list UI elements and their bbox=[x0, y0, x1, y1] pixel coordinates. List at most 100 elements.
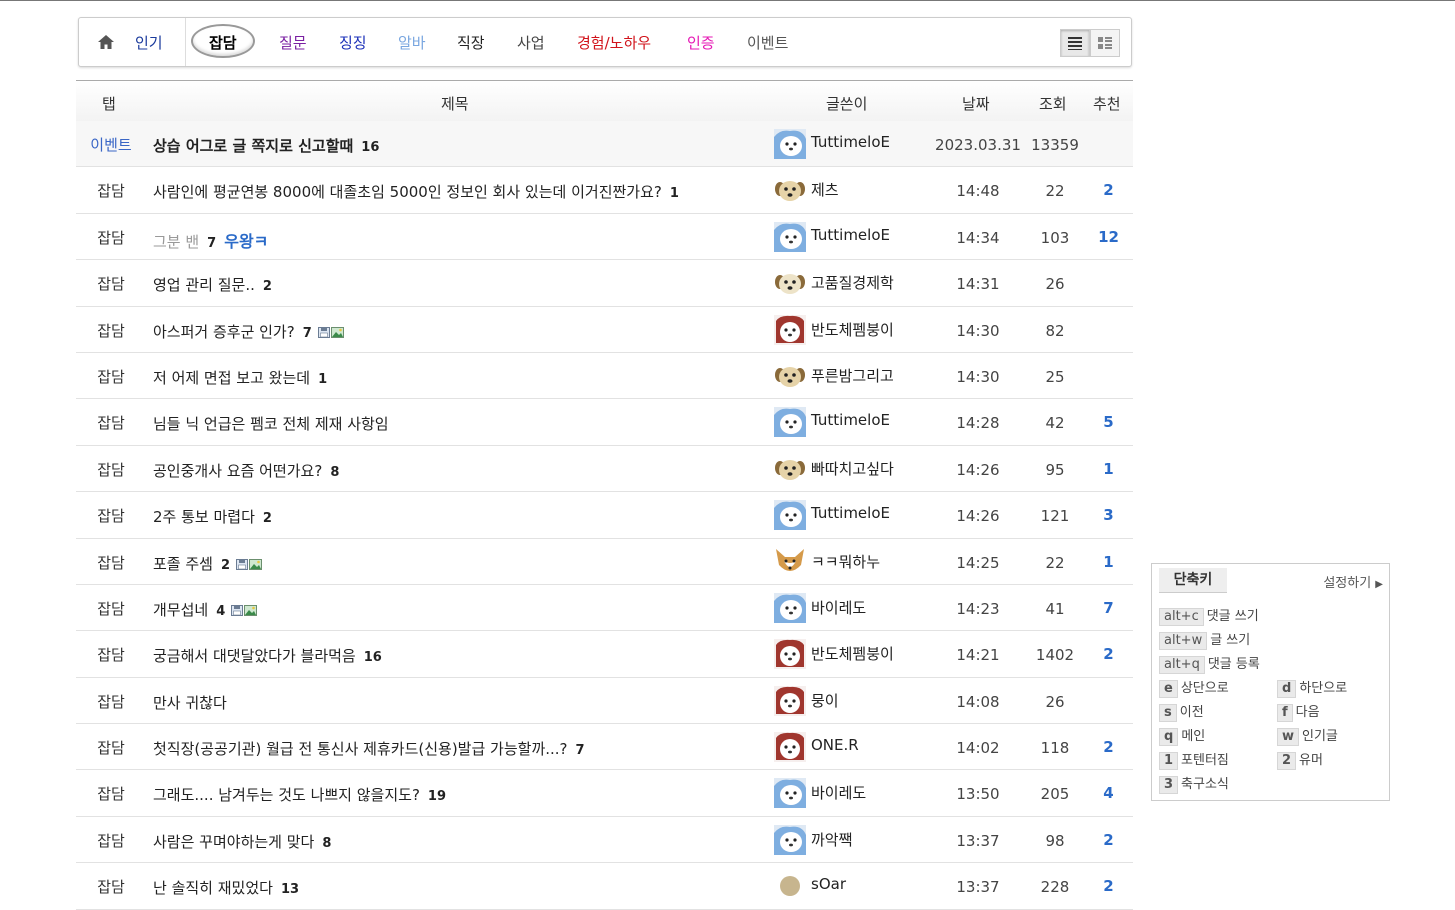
author-name[interactable]: TuttimeloE bbox=[811, 411, 890, 429]
post-title-link[interactable]: 궁금해서 대댓달았다가 블라먹음 16 bbox=[153, 645, 382, 666]
author-name[interactable]: 바이레도 bbox=[811, 597, 866, 618]
tab-4[interactable]: 직장 bbox=[457, 32, 485, 53]
author-name[interactable]: 고품질경제학 bbox=[811, 272, 894, 293]
author-name[interactable]: ㅋㅋ뭐하누 bbox=[811, 551, 880, 572]
table-row: 잡담 첫직장(공공기관) 월급 전 통신사 제휴카드(신용)발급 가능할까...?… bbox=[76, 724, 1133, 771]
author-name[interactable]: 반도체펨붕이 bbox=[811, 643, 894, 664]
tab-3[interactable]: 알바 bbox=[398, 32, 426, 53]
author-name[interactable]: 푸른밤그리고 bbox=[811, 365, 894, 386]
post-category[interactable]: 잡담 bbox=[76, 505, 146, 526]
home-icon bbox=[98, 35, 114, 49]
author-name[interactable]: 까악짹 bbox=[811, 829, 852, 850]
post-category[interactable]: 잡담 bbox=[76, 598, 146, 619]
post-date: 14:21 bbox=[956, 646, 1000, 665]
post-date: 13:50 bbox=[956, 785, 1000, 804]
tab-7[interactable]: 인증 bbox=[687, 32, 715, 53]
shortcut-key: w bbox=[1277, 728, 1300, 746]
author-name[interactable]: 빠따치고싶다 bbox=[811, 458, 894, 479]
table-header: 탭 제목 글쓴이 날짜 조회 추천 bbox=[76, 80, 1133, 122]
author-avatar bbox=[774, 685, 806, 716]
card-view-button[interactable] bbox=[1090, 29, 1120, 57]
tab-8[interactable]: 이벤트 bbox=[747, 32, 788, 53]
comment-count: 7 bbox=[207, 235, 217, 251]
post-title-link[interactable]: 사람인에 평균연봉 8000에 대졸초임 5000인 정보인 회사 있는데 이거… bbox=[153, 181, 679, 202]
post-title-link[interactable]: 만사 귀찮다 bbox=[153, 692, 227, 713]
post-category[interactable]: 잡담 bbox=[76, 366, 146, 387]
post-title-link[interactable]: 님들 닉 언급은 펨코 전체 제재 사항임 bbox=[153, 413, 389, 434]
tab-0[interactable]: 잡담 bbox=[191, 24, 255, 58]
post-category[interactable]: 잡담 bbox=[76, 691, 146, 712]
tab-popular[interactable]: 인기 bbox=[79, 18, 186, 66]
post-category[interactable]: 잡담 bbox=[76, 644, 146, 665]
shortcut-key: q bbox=[1159, 728, 1179, 746]
post-title-text: 궁금해서 대댓달았다가 블라먹음 bbox=[153, 647, 356, 666]
shortcut-desc: 인기글 bbox=[1302, 729, 1338, 744]
author-name[interactable]: TuttimeloE bbox=[811, 226, 890, 244]
author-name[interactable]: 제츠 bbox=[811, 179, 839, 200]
post-category[interactable]: 잡담 bbox=[76, 227, 146, 248]
author-name[interactable]: 반도체펨붕이 bbox=[811, 319, 894, 340]
post-category[interactable]: 이벤트 bbox=[76, 134, 146, 155]
comment-count: 4 bbox=[216, 603, 226, 619]
shortcut-key: 3 bbox=[1159, 776, 1179, 794]
post-title-link[interactable]: 포졸 주셈 2 bbox=[153, 553, 263, 574]
shortcut-panel: 단축키 설정하기 ▶ alt+c 댓글 쓰기 alt+w 글 쓰기 alt+q 댓글 등록… bbox=[1151, 563, 1390, 801]
author-avatar bbox=[774, 268, 806, 298]
author-avatar bbox=[774, 824, 806, 855]
post-title-link[interactable]: 저 어제 면접 보고 왔는데 1 bbox=[153, 367, 327, 388]
author-name[interactable]: 바이레도 bbox=[811, 782, 866, 803]
post-category[interactable]: 잡담 bbox=[76, 412, 146, 433]
post-title-link[interactable]: 사람은 꾸며야하는게 맞다 8 bbox=[153, 831, 331, 852]
post-title-text: 포졸 주셈 bbox=[153, 554, 213, 573]
post-date: 2023.03.31 bbox=[935, 136, 1021, 154]
post-title-link[interactable]: 첫직장(공공기관) 월급 전 통신사 제휴카드(신용)발급 가능할까...? 7 bbox=[153, 738, 585, 759]
post-title-link[interactable]: 그래도.... 남겨두는 것도 나쁘지 않을지도? 19 bbox=[153, 784, 446, 805]
post-category[interactable]: 잡담 bbox=[76, 552, 146, 573]
shortcut-key: f bbox=[1277, 704, 1293, 722]
post-title-link[interactable]: 상습 어그로 글 쪽지로 신고할때 16 bbox=[153, 135, 379, 156]
author-name[interactable]: TuttimeloE bbox=[811, 133, 890, 151]
post-category[interactable]: 잡담 bbox=[76, 273, 146, 294]
post-category[interactable]: 잡담 bbox=[76, 830, 146, 851]
post-date: 14:23 bbox=[956, 599, 1000, 618]
view-count: 95 bbox=[1045, 460, 1065, 479]
tab-5[interactable]: 사업 bbox=[517, 32, 545, 53]
shortcut-settings-link[interactable]: 설정하기 ▶ bbox=[1323, 572, 1383, 591]
post-category[interactable]: 잡담 bbox=[76, 180, 146, 201]
post-title-link[interactable]: 공인중개사 요즘 어떤가요? 8 bbox=[153, 460, 339, 481]
comment-count: 2 bbox=[262, 279, 272, 295]
recommend-count: 4 bbox=[1103, 784, 1114, 803]
post-title-text: 만사 귀찮다 bbox=[153, 693, 227, 712]
tab-6[interactable]: 경험/노하우 bbox=[577, 32, 651, 53]
post-title-text: 사람은 꾸며야하는게 맞다 bbox=[153, 832, 315, 851]
post-category[interactable]: 잡담 bbox=[76, 783, 146, 804]
author-name[interactable]: ONE.R bbox=[811, 736, 859, 754]
shortcut-item: e 상단으로 bbox=[1159, 677, 1229, 698]
post-category[interactable]: 잡담 bbox=[76, 459, 146, 480]
post-category[interactable]: 잡담 bbox=[76, 320, 146, 341]
post-title-link[interactable]: 난 솔직히 재밌었다 13 bbox=[153, 877, 299, 898]
post-list: 이벤트 상습 어그로 글 쪽지로 신고할때 16 TuttimeloE 2023.03.… bbox=[76, 121, 1133, 910]
recommend-count: 2 bbox=[1103, 877, 1114, 896]
shortcut-key: alt+q bbox=[1159, 656, 1205, 674]
shortcut-item: f 다음 bbox=[1277, 701, 1320, 722]
comment-count: 7 bbox=[302, 325, 312, 341]
post-title-link[interactable]: 영업 관리 질문.. 2 bbox=[153, 274, 272, 295]
author-avatar bbox=[774, 592, 806, 623]
post-category[interactable]: 잡담 bbox=[76, 876, 146, 897]
list-view-button[interactable] bbox=[1060, 29, 1090, 57]
post-title-link[interactable]: 아스퍼거 증후군 인가? 7 bbox=[153, 321, 344, 342]
post-title-link[interactable]: 그분 밴 7 우왕ㅋ bbox=[153, 228, 268, 252]
author-name[interactable]: 뭉이 bbox=[811, 690, 839, 711]
post-title-link[interactable]: 2주 통보 마렵다 2 bbox=[153, 506, 272, 527]
table-row: 잡담 님들 닉 언급은 펨코 전체 제재 사항임 TuttimeloE 14:28 42… bbox=[76, 399, 1133, 446]
author-name[interactable]: TuttimeloE bbox=[811, 504, 890, 522]
tab-1[interactable]: 질문 bbox=[279, 32, 307, 53]
post-title-text: 사람인에 평균연봉 8000에 대졸초임 5000인 정보인 회사 있는데 이거… bbox=[153, 183, 662, 202]
post-title-link[interactable]: 개무섭네 4 bbox=[153, 599, 258, 620]
header-views: 조회 bbox=[1039, 95, 1067, 113]
author-name[interactable]: sOar bbox=[811, 875, 846, 893]
tab-2[interactable]: 징징 bbox=[339, 32, 367, 53]
shortcut-desc: 상단으로 bbox=[1180, 681, 1229, 696]
post-category[interactable]: 잡담 bbox=[76, 737, 146, 758]
